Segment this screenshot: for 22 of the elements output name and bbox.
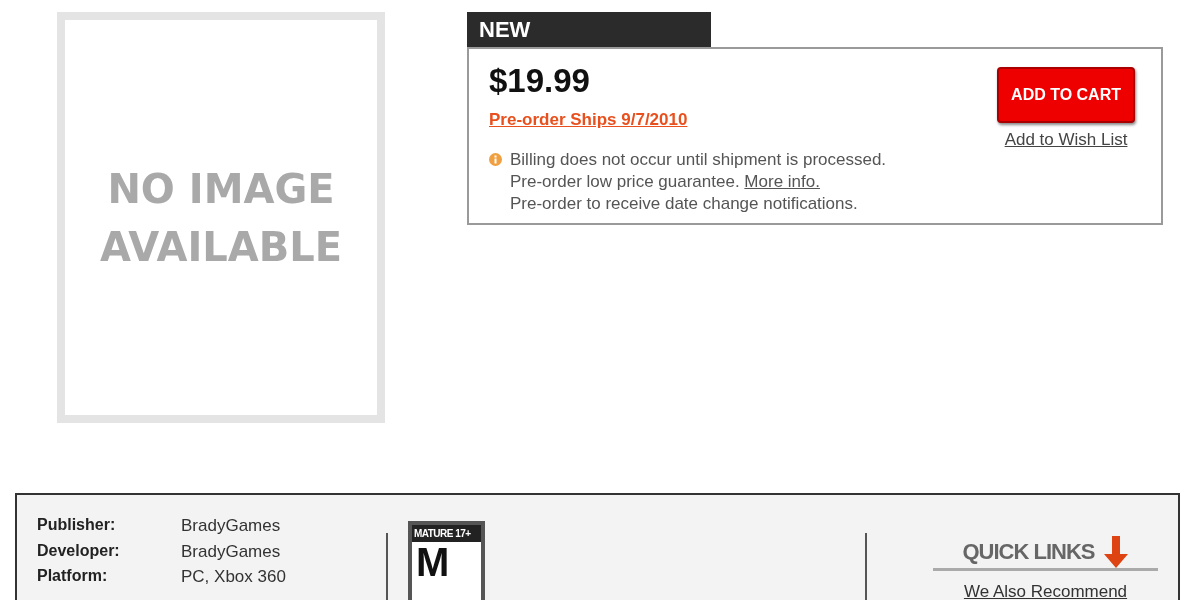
placeholder-text: AVAILABLE (99, 222, 343, 272)
recommend-link[interactable]: We Also Recommend (963, 579, 1128, 600)
placeholder-text: NO IMAGE (107, 164, 335, 214)
detail-label: Platform: (37, 566, 109, 586)
more-info-link[interactable]: More info. (744, 171, 820, 191)
detail-label: Publisher: (37, 515, 117, 535)
rating-label: MATURE 17+ (411, 525, 481, 542)
price: $19.99 (489, 63, 591, 100)
wish-list-link[interactable]: Add to Wish List (1004, 127, 1128, 153)
ship-date-link[interactable]: Pre-order Ships 9/7/2010 (489, 107, 688, 133)
down-arrow-icon (1102, 536, 1129, 568)
detail-value: BradyGames (181, 515, 281, 537)
quick-links-title: QUICK LINKS (962, 538, 1095, 566)
info-icon (489, 152, 502, 166)
rating-letter: M (414, 542, 451, 582)
detail-value: PC, Xbox 360 (181, 566, 286, 588)
detail-value: BradyGames (181, 540, 281, 563)
note-text: Billing does not occur until shipment is processed. (510, 148, 887, 171)
note-text: Pre-order low price guarantee. (510, 171, 740, 191)
detail-label: Developer: (37, 540, 121, 561)
add-to-cart-button[interactable]: ADD TO CART (997, 67, 1135, 123)
note-text: Pre-order to receive date change notifications. (510, 192, 859, 215)
